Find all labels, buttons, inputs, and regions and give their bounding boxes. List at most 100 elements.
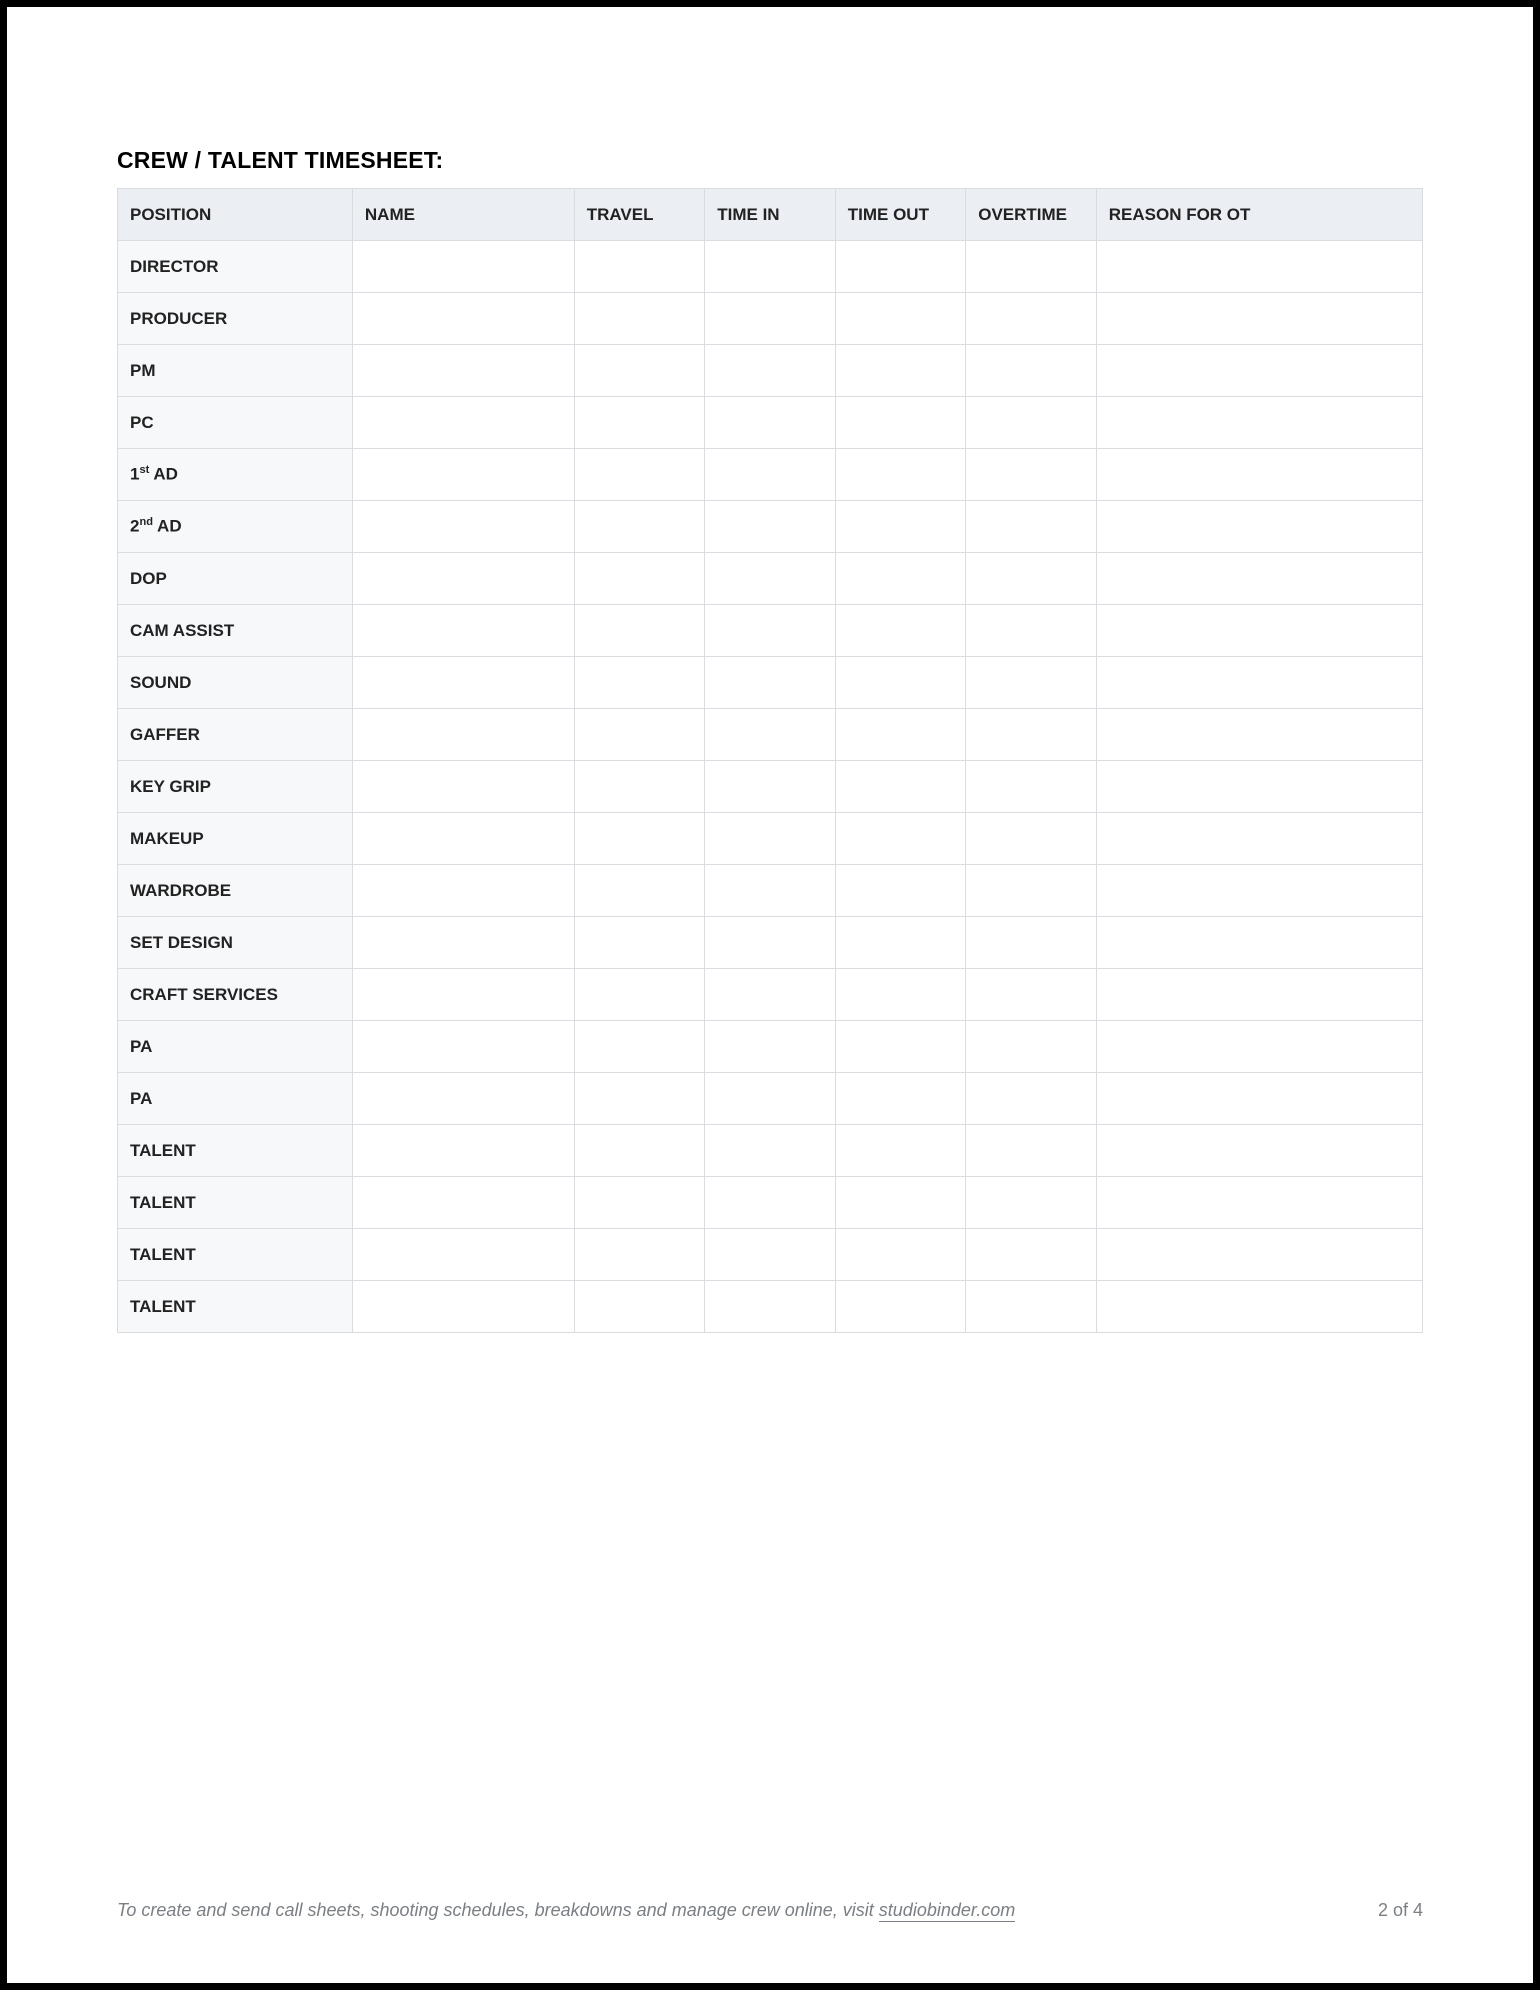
cell-overtime bbox=[966, 449, 1097, 501]
table-row: PC bbox=[118, 397, 1423, 449]
cell-position: PRODUCER bbox=[118, 293, 353, 345]
cell-reason bbox=[1096, 865, 1422, 917]
section-title: CREW / TALENT TIMESHEET: bbox=[117, 147, 1423, 174]
cell-reason bbox=[1096, 449, 1422, 501]
cell-reason bbox=[1096, 761, 1422, 813]
cell-overtime bbox=[966, 501, 1097, 553]
cell-reason bbox=[1096, 1021, 1422, 1073]
cell-travel bbox=[574, 813, 705, 865]
table-row: MAKEUP bbox=[118, 813, 1423, 865]
cell-travel bbox=[574, 449, 705, 501]
table-row: PRODUCER bbox=[118, 293, 1423, 345]
cell-reason bbox=[1096, 397, 1422, 449]
col-overtime: OVERTIME bbox=[966, 189, 1097, 241]
cell-time-out bbox=[835, 345, 966, 397]
cell-time-in bbox=[705, 865, 836, 917]
cell-time-in bbox=[705, 241, 836, 293]
cell-time-in bbox=[705, 813, 836, 865]
cell-overtime bbox=[966, 1021, 1097, 1073]
cell-name bbox=[352, 1229, 574, 1281]
cell-travel bbox=[574, 1073, 705, 1125]
cell-time-in bbox=[705, 761, 836, 813]
cell-time-in bbox=[705, 657, 836, 709]
cell-position: PA bbox=[118, 1073, 353, 1125]
cell-position: CAM ASSIST bbox=[118, 605, 353, 657]
cell-position: CRAFT SERVICES bbox=[118, 969, 353, 1021]
cell-name bbox=[352, 345, 574, 397]
cell-time-out bbox=[835, 1281, 966, 1333]
cell-name bbox=[352, 865, 574, 917]
cell-time-out bbox=[835, 1125, 966, 1177]
cell-overtime bbox=[966, 553, 1097, 605]
table-row: 1st AD bbox=[118, 449, 1423, 501]
table-row: DOP bbox=[118, 553, 1423, 605]
cell-time-in bbox=[705, 917, 836, 969]
cell-overtime bbox=[966, 293, 1097, 345]
cell-reason bbox=[1096, 605, 1422, 657]
cell-overtime bbox=[966, 605, 1097, 657]
col-name: NAME bbox=[352, 189, 574, 241]
table-row: CRAFT SERVICES bbox=[118, 969, 1423, 1021]
cell-name bbox=[352, 709, 574, 761]
footer-link[interactable]: studiobinder.com bbox=[879, 1900, 1015, 1922]
cell-name bbox=[352, 1281, 574, 1333]
cell-travel bbox=[574, 761, 705, 813]
cell-time-in bbox=[705, 501, 836, 553]
document-page: CREW / TALENT TIMESHEET: POSITION NAME T… bbox=[0, 0, 1540, 1990]
cell-position: TALENT bbox=[118, 1281, 353, 1333]
cell-position: TALENT bbox=[118, 1125, 353, 1177]
cell-travel bbox=[574, 1281, 705, 1333]
cell-name bbox=[352, 969, 574, 1021]
cell-reason bbox=[1096, 813, 1422, 865]
cell-reason bbox=[1096, 501, 1422, 553]
cell-overtime bbox=[966, 345, 1097, 397]
cell-name bbox=[352, 449, 574, 501]
cell-travel bbox=[574, 917, 705, 969]
cell-time-out bbox=[835, 501, 966, 553]
cell-name bbox=[352, 813, 574, 865]
cell-position: DOP bbox=[118, 553, 353, 605]
cell-position: TALENT bbox=[118, 1229, 353, 1281]
cell-name bbox=[352, 917, 574, 969]
cell-reason bbox=[1096, 1229, 1422, 1281]
table-row: CAM ASSIST bbox=[118, 605, 1423, 657]
cell-time-in bbox=[705, 293, 836, 345]
cell-overtime bbox=[966, 865, 1097, 917]
cell-time-out bbox=[835, 449, 966, 501]
cell-time-out bbox=[835, 241, 966, 293]
table-row: 2nd AD bbox=[118, 501, 1423, 553]
cell-name bbox=[352, 1021, 574, 1073]
cell-time-out bbox=[835, 969, 966, 1021]
cell-travel bbox=[574, 709, 705, 761]
cell-name bbox=[352, 397, 574, 449]
cell-position: GAFFER bbox=[118, 709, 353, 761]
cell-reason bbox=[1096, 293, 1422, 345]
cell-name bbox=[352, 293, 574, 345]
cell-position: 2nd AD bbox=[118, 501, 353, 553]
cell-reason bbox=[1096, 709, 1422, 761]
cell-travel bbox=[574, 345, 705, 397]
cell-overtime bbox=[966, 397, 1097, 449]
page-footer: To create and send call sheets, shooting… bbox=[117, 1900, 1423, 1921]
cell-position: 1st AD bbox=[118, 449, 353, 501]
cell-name bbox=[352, 1073, 574, 1125]
cell-reason bbox=[1096, 1281, 1422, 1333]
cell-reason bbox=[1096, 1177, 1422, 1229]
cell-reason bbox=[1096, 917, 1422, 969]
cell-position: SOUND bbox=[118, 657, 353, 709]
table-row: WARDROBE bbox=[118, 865, 1423, 917]
table-row: SET DESIGN bbox=[118, 917, 1423, 969]
cell-position: WARDROBE bbox=[118, 865, 353, 917]
cell-travel bbox=[574, 657, 705, 709]
cell-name bbox=[352, 241, 574, 293]
cell-position: KEY GRIP bbox=[118, 761, 353, 813]
cell-reason bbox=[1096, 969, 1422, 1021]
col-reason: REASON FOR OT bbox=[1096, 189, 1422, 241]
cell-travel bbox=[574, 1125, 705, 1177]
cell-time-in bbox=[705, 1073, 836, 1125]
cell-time-out bbox=[835, 397, 966, 449]
table-row: TALENT bbox=[118, 1125, 1423, 1177]
table-row: SOUND bbox=[118, 657, 1423, 709]
cell-name bbox=[352, 605, 574, 657]
cell-travel bbox=[574, 397, 705, 449]
